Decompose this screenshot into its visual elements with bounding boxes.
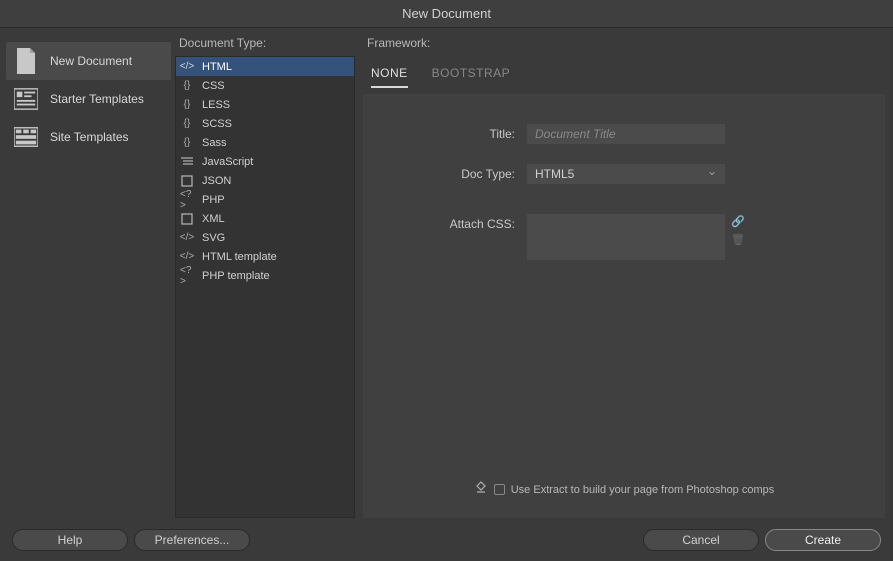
title-input[interactable] [527,124,725,144]
extract-row: Use Extract to build your page from Phot… [363,481,885,498]
extract-icon [474,481,488,498]
braces-icon: {} [180,80,194,91]
title-label: Title: [387,124,527,141]
doctype-select[interactable]: HTML5 [527,164,725,184]
code-icon: </> [180,232,194,243]
sidebar-item-new-document[interactable]: New Document [6,42,171,80]
json-icon [180,175,194,187]
doctype-label: JSON [202,175,231,187]
doctype-item-sass[interactable]: {} Sass [176,133,354,152]
doctype-item-html[interactable]: </> HTML [176,57,354,76]
doctype-item-css[interactable]: {} CSS [176,76,354,95]
tab-bootstrap[interactable]: BOOTSTRAP [432,60,511,88]
doctype-item-scss[interactable]: {} SCSS [176,114,354,133]
link-css-icon[interactable]: 🔗 [731,214,745,228]
document-type-list[interactable]: </> HTML {} CSS {} LESS {} SCSS {} Sass … [175,56,355,518]
attach-css-label: Attach CSS: [387,214,527,231]
sidebar-item-label: Site Templates [50,130,129,144]
doctype-item-xml[interactable]: XML [176,209,354,228]
sidebar: New Document Starter Templates Site Temp… [0,28,175,518]
window-titlebar: New Document [0,0,893,28]
doctype-label: Sass [202,137,226,149]
sidebar-item-label: Starter Templates [50,92,144,106]
extract-checkbox[interactable] [494,484,505,495]
doctype-label: HTML template [202,251,277,263]
doctype-item-json[interactable]: JSON [176,171,354,190]
xml-icon [180,213,194,225]
doctype-label: CSS [202,80,225,92]
js-icon [180,156,194,168]
attach-css-list[interactable] [527,214,725,260]
doctype-label: Doc Type: [387,164,527,181]
doctype-label: XML [202,213,225,225]
form-panel: Title: Doc Type: HTML5 Attach CSS: 🔗 🗑 [363,94,885,518]
doctype-label: JavaScript [202,156,253,168]
framework-tabs: NONE BOOTSTRAP [363,56,885,88]
code-icon: </> [180,61,194,72]
sidebar-item-label: New Document [50,54,132,68]
delete-css-icon[interactable]: 🗑 [731,232,745,246]
window-title: New Document [402,6,491,21]
document-type-header: Document Type: [175,36,355,56]
framework-column: Framework: NONE BOOTSTRAP Title: Doc Typ… [355,28,893,518]
tab-none[interactable]: NONE [371,60,408,88]
doctype-label: SCSS [202,118,232,130]
extract-text: Use Extract to build your page from Phot… [511,484,775,496]
braces-icon: {} [180,137,194,148]
preferences-button[interactable]: Preferences... [134,529,250,551]
site-icon [14,125,38,149]
sidebar-item-starter-templates[interactable]: Starter Templates [6,80,171,118]
doctype-item-less[interactable]: {} LESS [176,95,354,114]
sidebar-item-site-templates[interactable]: Site Templates [6,118,171,156]
doctype-item-php[interactable]: <?> PHP [176,190,354,209]
code-icon: </> [180,251,194,262]
framework-header: Framework: [363,36,885,56]
doctype-item-javascript[interactable]: JavaScript [176,152,354,171]
doctype-label: LESS [202,99,230,111]
create-button[interactable]: Create [765,529,881,551]
doctype-label: SVG [202,232,225,244]
document-type-column: Document Type: </> HTML {} CSS {} LESS {… [175,28,355,518]
doctype-item-php-template[interactable]: <?> PHP template [176,266,354,285]
doctype-item-svg[interactable]: </> SVG [176,228,354,247]
templates-icon [14,87,38,111]
doctype-label: PHP [202,194,225,206]
doctype-label: PHP template [202,270,270,282]
dialog-footer: Help Preferences... Cancel Create [0,519,893,561]
doctype-label: HTML [202,61,232,73]
braces-icon: {} [180,118,194,129]
doctype-item-html-template[interactable]: </> HTML template [176,247,354,266]
php-icon: <?> [180,189,194,211]
php-icon: <?> [180,265,194,287]
braces-icon: {} [180,99,194,110]
cancel-button[interactable]: Cancel [643,529,759,551]
document-icon [14,49,38,73]
help-button[interactable]: Help [12,529,128,551]
